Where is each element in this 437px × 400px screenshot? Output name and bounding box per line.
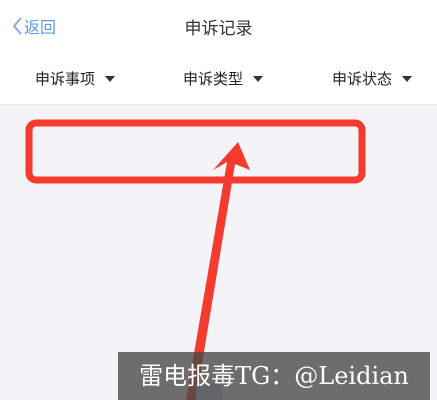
filter-appeal-item[interactable]: 申诉事项	[35, 68, 116, 89]
caret-down-icon	[105, 75, 116, 82]
caret-down-icon	[253, 75, 264, 82]
filter-appeal-type[interactable]: 申诉类型	[183, 68, 264, 89]
filter-label: 申诉状态	[332, 70, 393, 88]
page-title: 申诉记录	[184, 19, 253, 39]
watermark: 雷电报毒TG：@Leidian	[118, 352, 430, 400]
filter-label: 申诉事项	[35, 70, 96, 88]
top-nav-bar: 返回 申诉记录	[0, 0, 437, 52]
filter-bar: 申诉事项 申诉类型 申诉状态	[0, 52, 437, 105]
filter-label: 申诉类型	[183, 70, 244, 88]
filter-appeal-status[interactable]: 申诉状态	[332, 68, 413, 89]
caret-down-icon	[402, 75, 413, 82]
